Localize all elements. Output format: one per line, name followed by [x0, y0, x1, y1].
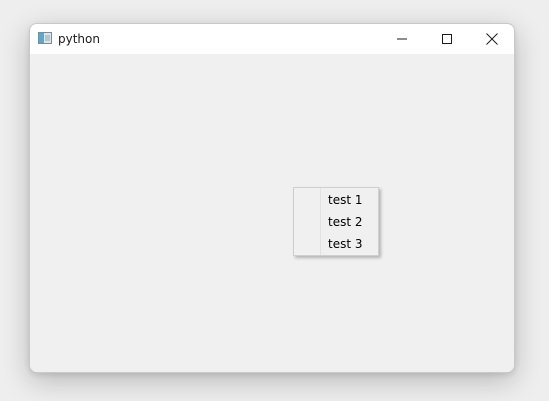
minimize-icon: [396, 38, 407, 40]
context-menu: test 1 test 2 test 3: [293, 187, 379, 256]
minimize-button[interactable]: [379, 24, 424, 54]
maximize-icon: [441, 34, 452, 44]
desktop: python test 1 test 2 test 3: [0, 0, 549, 401]
app-icon: [38, 32, 52, 44]
title-bar[interactable]: python: [30, 24, 514, 54]
maximize-button[interactable]: [424, 24, 469, 54]
close-icon: [485, 33, 498, 45]
menu-item-test-1[interactable]: test 1: [295, 189, 377, 211]
window-client-area[interactable]: [30, 54, 514, 372]
menu-item-test-3[interactable]: test 3: [295, 233, 377, 255]
menu-item-test-2[interactable]: test 2: [295, 211, 377, 233]
app-window: python: [29, 23, 515, 373]
close-button[interactable]: [469, 24, 514, 54]
window-title: python: [58, 32, 100, 46]
